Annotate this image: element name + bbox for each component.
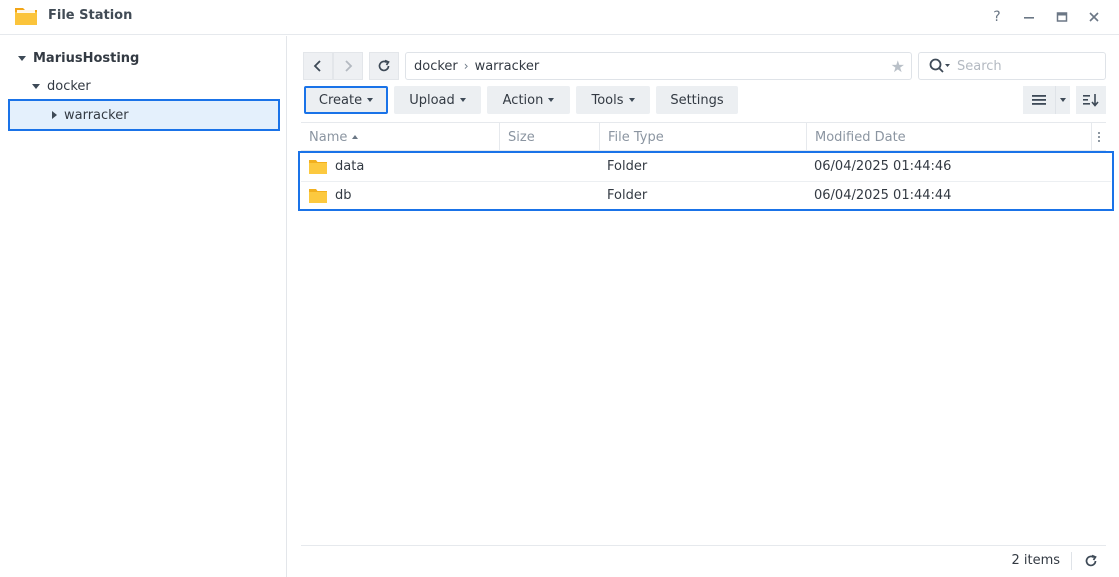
tools-label: Tools	[591, 92, 624, 108]
refresh-button[interactable]	[369, 52, 399, 80]
search-icon[interactable]	[929, 58, 951, 74]
breadcrumb-separator-icon: ›	[463, 59, 469, 73]
folder-tree: MariusHosting docker warracker	[0, 36, 287, 577]
dropdown-caret-icon	[628, 98, 635, 102]
maximize-icon	[1056, 12, 1068, 22]
expand-arrow-icon[interactable]	[18, 55, 26, 61]
column-header-modified-date[interactable]: Modified Date	[807, 123, 1092, 151]
list-view-icon	[1032, 95, 1046, 105]
create-label: Create	[318, 92, 363, 108]
main-panel: docker › warracker ★ Search Create Uploa…	[288, 36, 1119, 577]
item-count: 2 items	[1011, 553, 1060, 568]
column-label: Size	[508, 129, 535, 145]
settings-button[interactable]: Settings	[656, 86, 738, 114]
minimize-button[interactable]	[1018, 6, 1040, 28]
table-header: Name Size File Type Modified Date	[301, 122, 1106, 151]
minimize-icon	[1024, 17, 1034, 19]
status-bar: 2 items	[301, 545, 1106, 575]
close-button[interactable]	[1083, 6, 1105, 28]
sort-icon	[1083, 94, 1099, 107]
settings-label: Settings	[670, 92, 724, 108]
tree-item-mariushosting[interactable]: MariusHosting	[18, 46, 139, 70]
upload-label: Upload	[409, 92, 455, 108]
folder-app-icon	[15, 8, 37, 25]
column-header-name[interactable]: Name	[301, 123, 500, 151]
title-bar: File Station ?	[0, 0, 1119, 35]
back-button[interactable]	[303, 52, 333, 80]
action-label: Action	[502, 92, 544, 108]
dropdown-caret-icon	[459, 98, 466, 102]
sort-button[interactable]	[1076, 86, 1106, 114]
tools-button[interactable]: Tools	[576, 86, 650, 114]
create-button[interactable]: Create	[304, 86, 388, 114]
action-button[interactable]: Action	[487, 86, 570, 114]
breadcrumb-warracker[interactable]: warracker	[475, 59, 540, 74]
dropdown-caret-icon	[367, 98, 374, 102]
tree-label: warracker	[64, 107, 129, 123]
rows-highlight-outline	[298, 151, 1114, 211]
column-header-file-type[interactable]: File Type	[600, 123, 807, 151]
favorite-star-icon[interactable]: ★	[891, 57, 905, 76]
refresh-icon	[378, 59, 390, 72]
column-label: File Type	[608, 129, 664, 145]
upload-button[interactable]: Upload	[394, 86, 481, 114]
maximize-button[interactable]	[1051, 6, 1073, 28]
search-box[interactable]: Search	[918, 52, 1106, 80]
tree-item-warracker[interactable]: warracker	[52, 103, 129, 127]
dropdown-caret-icon	[1060, 98, 1066, 102]
column-label: Name	[309, 129, 348, 145]
help-icon: ?	[993, 9, 1001, 25]
help-button[interactable]: ?	[986, 6, 1008, 28]
chevron-right-icon	[345, 60, 353, 72]
refresh-icon	[1085, 554, 1097, 567]
close-icon	[1089, 12, 1099, 22]
tree-label: MariusHosting	[33, 50, 140, 66]
tree-item-docker[interactable]: docker	[32, 74, 91, 98]
search-input[interactable]: Search	[957, 59, 1002, 74]
column-header-size[interactable]: Size	[500, 123, 600, 151]
breadcrumb-docker[interactable]: docker	[414, 59, 458, 74]
path-bar[interactable]: docker › warracker ★	[405, 52, 912, 80]
footer-refresh-button[interactable]	[1082, 552, 1100, 570]
list-view-button[interactable]	[1023, 86, 1055, 114]
view-mode-dropdown[interactable]	[1055, 86, 1070, 114]
tree-label: docker	[47, 78, 91, 94]
column-options-icon[interactable]	[1094, 129, 1104, 145]
dropdown-caret-icon	[548, 98, 555, 102]
forward-button[interactable]	[333, 52, 363, 80]
chevron-left-icon	[313, 60, 321, 72]
footer-divider	[1071, 552, 1072, 570]
app-title: File Station	[48, 8, 133, 23]
tree-selection-highlight	[8, 99, 280, 131]
file-station-window: File Station ? MariusHosting docker warr…	[0, 0, 1119, 577]
sort-ascending-icon	[352, 135, 359, 139]
column-label: Modified Date	[815, 129, 906, 145]
collapse-arrow-icon[interactable]	[52, 111, 57, 119]
expand-arrow-icon[interactable]	[32, 83, 40, 89]
